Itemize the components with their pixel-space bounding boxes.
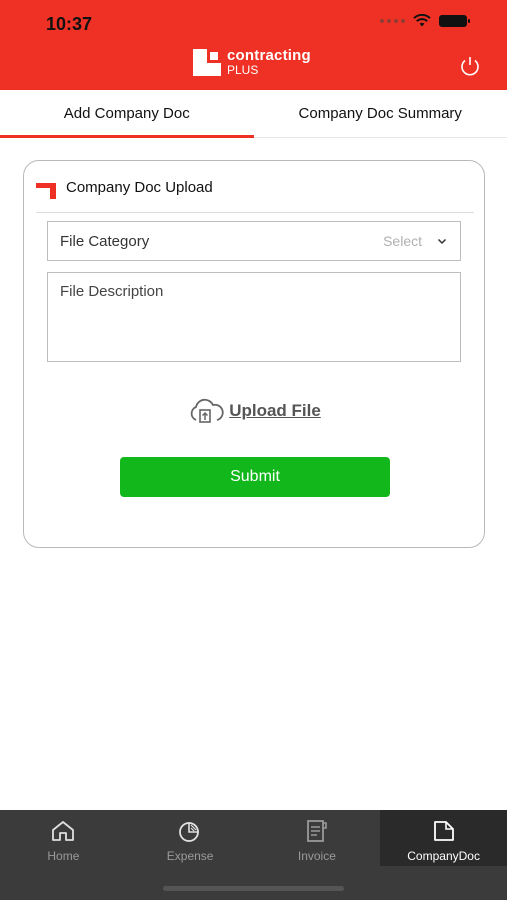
file-description-input[interactable]	[60, 283, 448, 351]
nav-expense-label: Expense	[166, 849, 214, 863]
signal-icon	[380, 18, 405, 23]
document-icon	[433, 821, 454, 841]
tab-add-company-doc[interactable]: Add Company Doc	[0, 90, 254, 138]
nav-home[interactable]: Home	[0, 810, 127, 866]
file-category-select[interactable]: File Category Select	[47, 221, 461, 261]
tab-bar: Add Company Doc Company Doc Summary	[0, 90, 507, 138]
card-header: Company Doc Upload	[36, 179, 474, 213]
battery-icon	[439, 14, 470, 27]
logo-mark-icon	[193, 48, 221, 76]
card-title: Company Doc Upload	[66, 179, 213, 196]
logo-line2: PLUS	[227, 63, 259, 77]
home-indicator	[163, 886, 344, 891]
brand-logo: contracting PLUS	[193, 48, 311, 76]
file-category-value: Select	[383, 233, 422, 249]
wifi-icon	[413, 14, 431, 27]
upload-file-button[interactable]: Upload File	[24, 398, 484, 424]
chevron-down-icon	[437, 238, 447, 245]
nav-invoice[interactable]: Invoice	[254, 810, 381, 866]
nav-invoice-label: Invoice	[297, 849, 336, 863]
submit-button[interactable]: Submit	[120, 457, 390, 497]
nav-expense[interactable]: Expense	[127, 810, 254, 866]
file-description-box	[47, 272, 461, 362]
status-time: 10:37	[46, 14, 93, 34]
nav-companydoc-label: CompanyDoc	[407, 849, 480, 863]
nav-home-label: Home	[47, 849, 80, 863]
home-icon	[52, 821, 75, 841]
pie-chart-icon	[179, 822, 200, 842]
app-header: 10:37 contracting PLUS	[0, 0, 507, 90]
upload-card: Company Doc Upload File Category Select …	[23, 160, 485, 548]
cloud-upload-icon	[190, 398, 224, 423]
tab-company-doc-summary[interactable]: Company Doc Summary	[254, 90, 507, 137]
upload-file-label: Upload File	[229, 401, 321, 420]
nav-companydoc[interactable]: CompanyDoc	[380, 810, 507, 866]
brand-corner-icon	[36, 183, 58, 201]
power-icon[interactable]	[458, 55, 482, 77]
invoice-icon	[306, 820, 327, 842]
logo-line1: contracting	[227, 47, 311, 64]
status-icons	[380, 14, 470, 27]
file-category-label: File Category	[60, 232, 150, 250]
